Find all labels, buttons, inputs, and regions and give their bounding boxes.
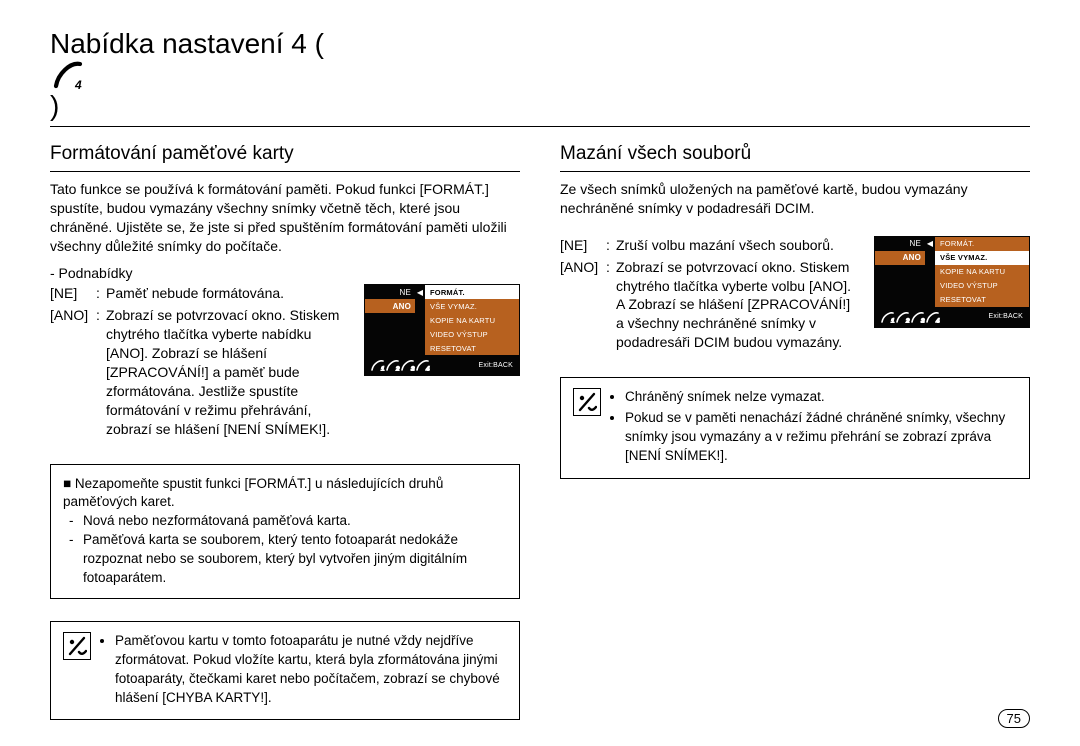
svg-text:2: 2 (395, 367, 400, 371)
option-key: [NE] (560, 236, 606, 255)
right-column: Mazání všech souborů Ze všech snímků ulo… (560, 139, 1030, 720)
page-header: Nabídka nastavení 4 ( 4 ) (50, 28, 1030, 127)
svg-text:1: 1 (381, 367, 385, 371)
option-val: Zobrazí se potvrzovací okno. Stiskem chy… (106, 306, 350, 438)
lcd-footer: 1 2 3 4 Exit:BACK (875, 307, 1029, 327)
left-intro: Tato funkce se používá k formátování pam… (50, 180, 520, 256)
note-lead: ■ Nezapomeňte spustit funkci [FORMÁT.] u… (63, 475, 507, 513)
note-box-left: ■ Nezapomeňte spustit funkci [FORMÁT.] u… (50, 464, 520, 599)
lcd-item: VIDEO VÝSTUP (425, 327, 519, 341)
lcd-exit: Exit:BACK (479, 362, 513, 369)
svg-text:3: 3 (411, 367, 415, 371)
arrow-left-icon: ◀ (415, 285, 425, 299)
lcd-ano: ANO (875, 251, 925, 265)
option-val: Zruší volbu mazání všech souborů. (616, 236, 860, 255)
svg-text:4: 4 (74, 78, 82, 90)
lcd-ne: NE (365, 285, 415, 299)
tip-item: Pokud se v paměti nenachází žádné chráně… (625, 409, 1017, 466)
lcd-menu-right: NE ◀ FORMÁT. ANO VŠE VYMAZ. KOPIE NA KAR… (874, 236, 1030, 328)
svg-text:4: 4 (426, 367, 430, 371)
svg-text:4: 4 (936, 319, 940, 323)
tip-item: Paměťovou kartu v tomto fotoaparátu je n… (115, 632, 507, 708)
option-row: [NE] : Paměť nebude formátována. (50, 284, 350, 303)
right-intro: Ze všech snímků uložených na paměťové ka… (560, 180, 1030, 218)
submenus-label: - Podnabídky (50, 264, 520, 283)
note-item: Paměťová karta se souborem, který tento … (77, 531, 507, 588)
left-options: [NE] : Paměť nebude formátována. [ANO] :… (50, 284, 350, 441)
right-subhead: Mazání všech souborů (560, 143, 1030, 172)
settings-tabs-icon: 1 2 3 4 (371, 359, 431, 371)
lcd-item: KOPIE NA KARTU (935, 265, 1029, 279)
lcd-ano: ANO (365, 299, 415, 313)
option-key: [ANO] (50, 306, 96, 438)
tip-icon (63, 632, 91, 660)
arrow-left-icon: ◀ (925, 237, 935, 251)
lcd-item: VŠE VYMAZ. (425, 299, 519, 313)
left-subhead: Formátování paměťové karty (50, 143, 520, 172)
lcd-item: RESETOVAT (935, 293, 1029, 307)
svg-text:1: 1 (891, 319, 895, 323)
svg-text:2: 2 (905, 319, 910, 323)
left-column: Formátování paměťové karty Tato funkce s… (50, 139, 520, 720)
option-key: [NE] (50, 284, 96, 303)
title-prefix: Nabídka nastavení 4 ( (50, 28, 324, 59)
tip-box-left: Paměťovou kartu v tomto fotoaparátu je n… (50, 621, 520, 721)
page-title: Nabídka nastavení 4 ( 4 ) (50, 28, 324, 122)
lcd-item: VIDEO VÝSTUP (935, 279, 1029, 293)
settings4-icon: 4 (50, 60, 324, 90)
tip-item: Chráněný snímek nelze vymazat. (625, 388, 1017, 407)
lcd-item: FORMÁT. (425, 285, 519, 299)
option-row: [ANO] : Zobrazí se potvrzovací okno. Sti… (560, 258, 860, 352)
page-number: 75 (998, 709, 1030, 728)
lcd-menu-left: NE ◀ FORMÁT. ANO VŠE VYMAZ. KOPIE NA KAR… (364, 284, 520, 376)
lcd-item: FORMÁT. (935, 237, 1029, 251)
settings-tabs-icon: 1 2 3 4 (881, 311, 941, 323)
option-row: [NE] : Zruší volbu mazání všech souborů. (560, 236, 860, 255)
tip-icon (573, 388, 601, 416)
tip-box-right: Chráněný snímek nelze vymazat. Pokud se … (560, 377, 1030, 479)
svg-text:3: 3 (921, 319, 925, 323)
option-val: Zobrazí se potvrzovací okno. Stiskem chy… (616, 258, 860, 352)
lcd-item: VŠE VYMAZ. (935, 251, 1029, 265)
lcd-footer: 1 2 3 4 Exit:BACK (365, 355, 519, 375)
lcd-item: RESETOVAT (425, 341, 519, 355)
lcd-exit: Exit:BACK (989, 313, 1023, 320)
lcd-ne: NE (875, 237, 925, 251)
option-key: [ANO] (560, 258, 606, 352)
right-options: [NE] : Zruší volbu mazání všech souborů.… (560, 236, 860, 355)
title-suffix: ) (50, 90, 59, 121)
option-val: Paměť nebude formátována. (106, 284, 350, 303)
lcd-item: KOPIE NA KARTU (425, 313, 519, 327)
note-item: Nová nebo nezformátovaná paměťová karta. (77, 512, 507, 531)
option-row: [ANO] : Zobrazí se potvrzovací okno. Sti… (50, 306, 350, 438)
